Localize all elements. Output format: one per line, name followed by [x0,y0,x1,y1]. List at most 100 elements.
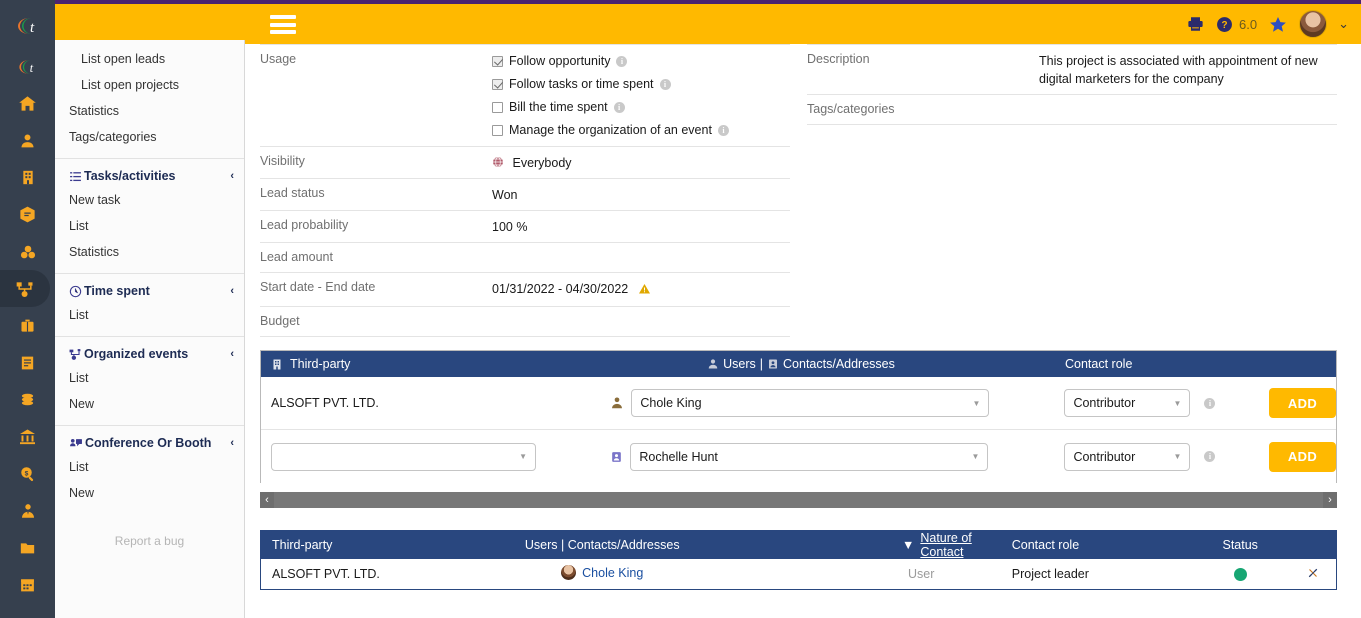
sidebar-group-title-time-spent[interactable]: Time spent ‹ [55,280,244,302]
rail-item-projects[interactable] [0,270,50,307]
rail-item-accounting[interactable] [0,381,55,418]
checkbox-icon[interactable] [492,78,503,90]
list-header-status[interactable]: Status [1190,538,1290,552]
report-a-bug-link[interactable]: Report a bug [55,514,244,548]
chevron-down-icon[interactable]: ▼ [971,452,979,461]
rail-item-documents[interactable] [0,529,55,566]
user-filled-icon [612,397,623,409]
checkbox-icon[interactable] [492,124,503,136]
chevron-down-icon[interactable]: ⌄ [1338,16,1349,32]
app-logo[interactable]: t [0,4,55,48]
chevron-left-icon[interactable]: ‹ [230,285,234,297]
sidebar-item-time-spent-list[interactable]: List [55,302,244,328]
printer-icon[interactable] [1186,15,1205,33]
sidebar-group-title-organized-events[interactable]: Organized events ‹ [55,343,244,365]
contact-select[interactable]: Rochelle Hunt ▼ [630,442,989,471]
sidebar-item-tasks-statistics[interactable]: Statistics [55,239,244,265]
list-header-nature-label[interactable]: Nature of Contact [920,531,993,559]
checkbox-label: Follow tasks or time spent [509,77,654,92]
rail-item-stock[interactable] [0,233,55,270]
events-icon [69,348,82,361]
sidebar-group-time-spent: Time spent ‹ List [55,274,244,337]
sidebar-item-conference-list[interactable]: List [55,454,244,480]
list-header-users-contacts[interactable]: Users | Contacts/Addresses [489,538,716,552]
contact-role-value: Contributor [1073,396,1136,410]
add-button[interactable]: ADD [1269,441,1336,472]
sidebar-item-list-open-projects[interactable]: List open projects [55,72,244,98]
hamburger-icon[interactable] [270,15,296,34]
rail-item-home[interactable] [0,85,55,122]
field-value: Won [492,187,518,202]
user-select[interactable]: Chole King ▼ [631,389,990,417]
sidebar-group-label: Tasks/activities [84,169,176,183]
rail-item-audit[interactable]: $ [0,455,55,492]
chevron-left-icon[interactable]: ‹ [230,348,234,360]
rail-item-third-parties[interactable] [0,122,55,159]
rail-item-hrm[interactable] [0,492,55,529]
sidebar-item-new-task[interactable]: New task [55,187,244,213]
info-icon[interactable]: i [1204,397,1216,409]
sidebar-group-title-tasks[interactable]: Tasks/activities ‹ [55,165,244,187]
horizontal-scrollbar[interactable]: ‹ › [260,492,1337,508]
warning-icon[interactable] [638,283,651,298]
chevron-down-icon[interactable]: ▼ [972,399,980,408]
rail-item-commercial[interactable] [0,307,55,344]
checkbox-follow-opportunity[interactable]: Follow opportunity i [492,52,729,70]
rail-item-billing[interactable] [0,344,55,381]
help-circle-icon[interactable]: ? [1216,16,1233,33]
sidebar-group-label: Conference Or Booth [85,436,212,450]
briefcase-icon [21,319,34,332]
folder-icon [20,542,35,553]
third-party-select[interactable]: ▼ [271,442,536,471]
scroll-left-arrow[interactable]: ‹ [260,492,274,508]
info-icon[interactable]: i [717,124,729,136]
building-icon [273,359,281,369]
sidebar-group-title-conference[interactable]: Conference Or Booth ‹ [55,432,244,454]
rail-item-tickets[interactable] [0,603,55,618]
checkbox-manage-event[interactable]: Manage the organization of an event i [492,121,729,139]
sidebar-item-events-new[interactable]: New [55,391,244,417]
contact-role-select[interactable]: Contributor ▼ [1064,389,1191,417]
row-user-link[interactable]: Chole King [561,565,643,580]
rail-item-agenda[interactable] [0,566,55,603]
info-icon[interactable]: i [659,78,671,90]
sidebar-item-statistics[interactable]: Statistics [55,98,244,124]
list-header-contact-role[interactable]: Contact role [994,538,1191,552]
checkbox-icon[interactable] [492,101,503,113]
checkbox-icon[interactable] [492,55,503,67]
chevron-down-icon[interactable]: ▼ [1174,399,1182,408]
chevron-left-icon[interactable]: ‹ [230,170,234,182]
checkbox-bill-time[interactable]: Bill the time spent i [492,98,729,116]
chevron-down-icon[interactable]: ▼ [519,452,527,461]
info-icon[interactable]: i [616,55,628,67]
sidebar-item-conference-new[interactable]: New [55,480,244,506]
add-button[interactable]: ADD [1269,388,1336,418]
chevron-down-icon[interactable]: ▼ [1174,452,1182,461]
user-avatar[interactable] [1299,10,1328,38]
sidebar-item-list-open-leads[interactable]: List open leads [55,46,244,72]
rail-item-companies[interactable] [0,159,55,196]
caret-down-icon[interactable]: ▼ [902,538,914,552]
rail-logo-secondary[interactable]: t [0,48,55,85]
info-icon[interactable]: i [613,101,625,113]
info-icon[interactable]: i [1204,451,1216,462]
rail-item-products[interactable] [0,196,55,233]
header-actions: ? 6.0 ⌄ [1186,4,1349,44]
field-value: Everybody [492,154,572,172]
sidebar-item-tasks-list[interactable]: List [55,213,244,239]
grid-cell-action: ADD [1269,388,1336,418]
table-row: ALSOFT PVT. LTD. Chole King User Project… [261,559,1336,589]
contact-role-select[interactable]: Contributor ▼ [1064,442,1191,471]
scroll-right-arrow[interactable]: › [1323,492,1337,508]
sidebar-item-events-list[interactable]: List [55,365,244,391]
list-header-row: Third-party Users | Contacts/Addresses ▼… [261,531,1336,559]
list-header-nature-of-contact[interactable]: ▼ Nature of Contact [716,531,994,559]
unlink-icon[interactable] [1305,566,1321,580]
star-icon[interactable] [1268,15,1288,34]
chevron-left-icon[interactable]: ‹ [230,437,234,449]
sidebar-item-tags-categories[interactable]: Tags/categories [55,124,244,150]
grid-header-third-party: Third-party [261,357,561,371]
rail-item-bank[interactable] [0,418,55,455]
checkbox-follow-tasks[interactable]: Follow tasks or time spent i [492,75,729,93]
list-header-third-party[interactable]: Third-party [261,538,489,552]
